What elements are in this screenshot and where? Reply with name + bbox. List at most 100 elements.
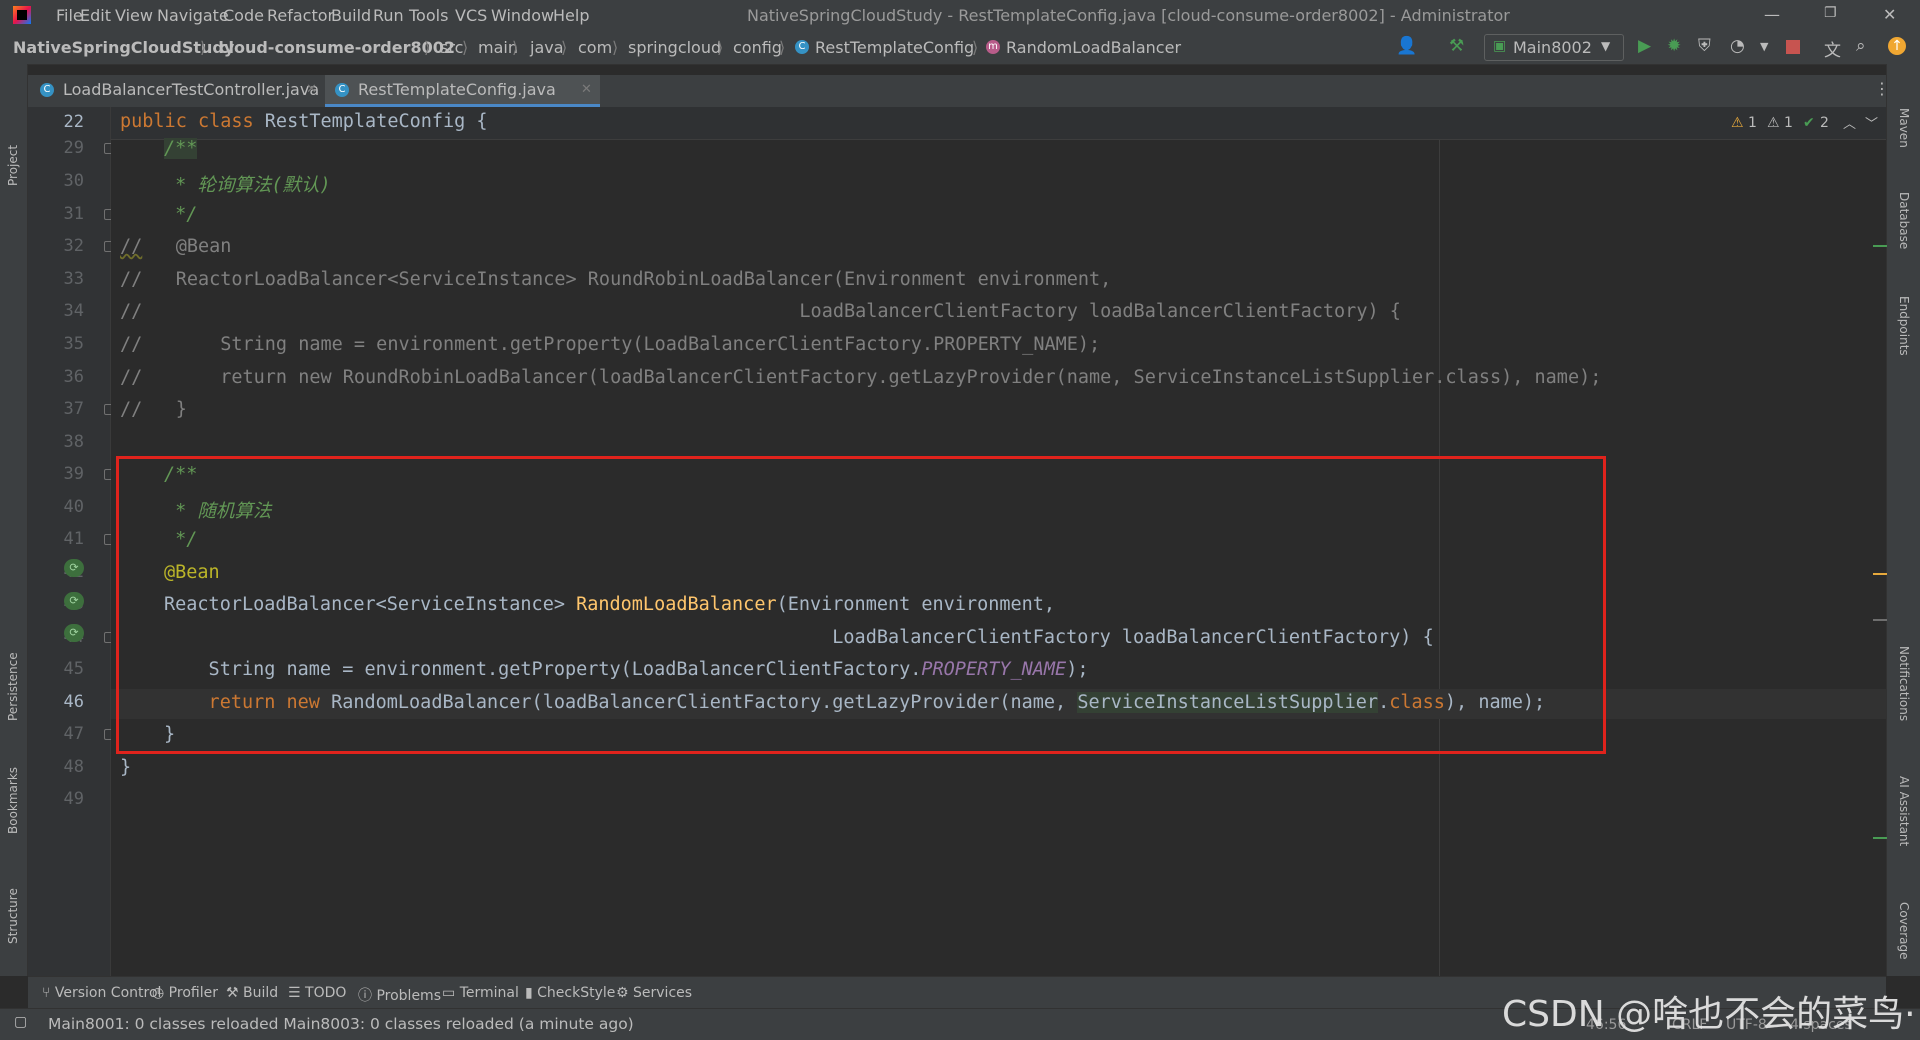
tool-bookmarks[interactable]: Bookmarks (6, 767, 20, 834)
run-icon[interactable]: ▶ (1638, 36, 1651, 56)
menu-build[interactable]: Build (331, 6, 371, 25)
menu-vcs[interactable]: VCS (455, 6, 487, 25)
breadcrumb-java[interactable]: java (530, 38, 564, 57)
tool-version-control[interactable]: ⑂ Version Control (42, 985, 161, 1001)
tool-problems[interactable]: ⓘ Problems (358, 985, 441, 1005)
translate-icon[interactable]: 文 (1824, 36, 1841, 61)
more-run-chevron-icon[interactable]: ▼ (1760, 40, 1768, 53)
code-line-36: // return new RoundRobinLoadBalancer(loa… (120, 367, 1602, 388)
minimize-icon[interactable]: — (1764, 5, 1780, 24)
debug-icon[interactable]: ✹ (1667, 36, 1681, 56)
scroll-marker (1873, 245, 1887, 247)
line-number: 29 (63, 138, 84, 158)
tool-structure[interactable]: Structure (6, 888, 20, 944)
highlight-box (116, 456, 1606, 754)
weak-warning-icon[interactable]: ⚠ (1767, 115, 1780, 131)
tool-coverage[interactable]: Coverage (1897, 902, 1911, 960)
chevron-up-icon[interactable]: ︿ (1843, 113, 1856, 132)
tool-notifications[interactable]: Notifications (1897, 646, 1911, 721)
menu-edit[interactable]: Edit (80, 6, 111, 25)
breadcrumb-method[interactable]: RandomLoadBalancer (1006, 38, 1181, 57)
tool-checkstyle[interactable]: ▮ CheckStyle (525, 985, 615, 1001)
menu-refactor[interactable]: Refactor (267, 6, 334, 25)
chevron-down-icon: ▼ (1601, 39, 1611, 53)
sticky-line: public class RestTemplateConfig { (120, 111, 488, 132)
close-icon[interactable]: ✕ (581, 75, 592, 105)
breadcrumb-config[interactable]: config (733, 38, 782, 57)
update-icon[interactable]: ↑ (1888, 37, 1906, 55)
tool-label: Profiler (168, 985, 218, 1001)
tool-services[interactable]: ⚙ Services (616, 985, 692, 1001)
breadcrumb-module[interactable]: cloud-consume-order8002 (219, 38, 455, 57)
line-number: 41 (63, 529, 84, 549)
tool-endpoints[interactable]: Endpoints (1897, 296, 1911, 356)
left-tool-strip: Project Persistence Bookmarks Structure (0, 64, 28, 976)
breadcrumb-src[interactable]: src (440, 38, 463, 57)
menu-run[interactable]: Run (373, 6, 404, 25)
close-icon[interactable]: ✕ (306, 75, 317, 105)
toggle-panels-icon[interactable]: ▢ (14, 1014, 27, 1030)
user-icon[interactable]: 👤 (1396, 36, 1417, 56)
line-number: 33 (63, 269, 84, 289)
line-number: 38 (63, 432, 84, 452)
tool-terminal[interactable]: ▭ Terminal (442, 985, 519, 1001)
code-editor[interactable]: public class RestTemplateConfig { ⚠ 1 ⚠ … (111, 107, 1887, 976)
menu-view[interactable]: View (115, 6, 153, 25)
app-config-icon: ▣ (1493, 38, 1507, 54)
spring-bean-icon[interactable]: ⟳ (64, 559, 84, 577)
profile-icon[interactable]: ◔ (1730, 36, 1745, 56)
line-number: 34 (63, 301, 84, 321)
line-number: 35 (63, 334, 84, 354)
app-logo (13, 6, 31, 24)
menu-file[interactable]: File (56, 6, 83, 25)
code-line-31: */ (164, 204, 198, 225)
line-number: 39 (63, 464, 84, 484)
menu-navigate[interactable]: Navigate (157, 6, 229, 25)
warning-icon[interactable]: ⚠ (1731, 115, 1744, 131)
sticky-line-number: 22 (63, 112, 84, 132)
tool-persistence[interactable]: Persistence (6, 652, 20, 721)
chevron-right-icon: ⟩ (200, 38, 207, 57)
chevron-down-icon[interactable]: ﹀ (1865, 113, 1878, 132)
menu-tools[interactable]: Tools (409, 6, 448, 25)
close-icon[interactable]: ✕ (1883, 5, 1896, 24)
tab-resttemplateconfig[interactable]: C RestTemplateConfig.java ✕ (325, 75, 600, 107)
spring-bean-icon[interactable]: ⟳ (64, 624, 84, 642)
restore-icon[interactable]: ❐ (1824, 5, 1837, 21)
line-number: 48 (63, 757, 84, 777)
navigation-bar: NativeSpringCloudStudy ⟩ cloud-consume-o… (0, 30, 1920, 65)
tab-loadbalancertestcontroller[interactable]: C LoadBalancerTestController.java ✕ (28, 75, 323, 107)
line-number: 46 (63, 692, 84, 712)
more-tabs-icon[interactable]: ⋮ (1874, 79, 1890, 98)
run-configuration-select[interactable]: ▣ Main8002 ▼ (1484, 34, 1624, 61)
check-icon[interactable]: ✔ (1803, 115, 1815, 131)
menu-help[interactable]: Help (553, 6, 589, 25)
menu-window[interactable]: Window (491, 6, 554, 25)
stop-icon[interactable] (1786, 40, 1800, 54)
tool-ai-assistant[interactable]: AI Assistant (1897, 776, 1911, 846)
tab-label: LoadBalancerTestController.java (63, 80, 320, 99)
code-line-29: /** (164, 138, 198, 159)
code-line-35: // String name = environment.getProperty… (120, 334, 1101, 355)
breadcrumb-springcloud[interactable]: springcloud (628, 38, 721, 57)
menu-code[interactable]: Code (223, 6, 264, 25)
search-icon[interactable]: ⌕ (1856, 36, 1866, 56)
tool-build[interactable]: ⚒ Build (226, 985, 278, 1001)
spring-bean-icon[interactable]: ⟳ (64, 592, 84, 610)
tool-label: Services (633, 985, 693, 1001)
title-bar: File Edit View Navigate Code Refactor Bu… (0, 0, 1920, 30)
line-number: 49 (63, 789, 84, 809)
build-hammer-icon[interactable]: ⚒ (1449, 36, 1464, 56)
breadcrumb-class[interactable]: RestTemplateConfig (815, 38, 974, 57)
tool-profiler[interactable]: ◷ Profiler (152, 985, 218, 1001)
breadcrumb-com[interactable]: com (578, 38, 612, 57)
coverage-icon[interactable]: ⛨ (1698, 36, 1711, 56)
tool-project[interactable]: Project (6, 145, 20, 186)
code-line-32: // @Bean (120, 236, 232, 257)
chevron-right-icon: ⟩ (972, 38, 979, 57)
chevron-right-icon: ⟩ (717, 38, 724, 57)
tool-maven[interactable]: Maven (1897, 108, 1911, 148)
chevron-right-icon: ⟩ (779, 38, 786, 57)
tool-todo[interactable]: ☰ TODO (288, 985, 346, 1001)
tool-database[interactable]: Database (1897, 192, 1911, 249)
